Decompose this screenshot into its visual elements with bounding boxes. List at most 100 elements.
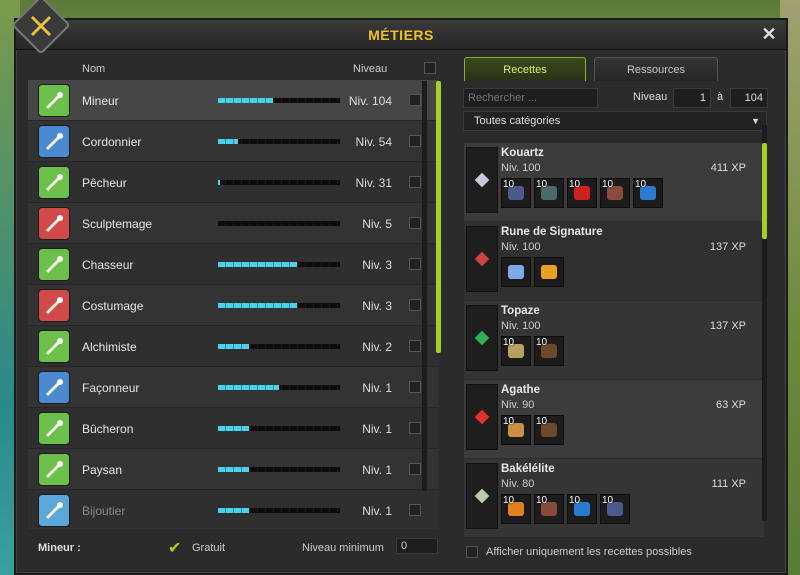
job-level: Niv. 3 <box>362 299 392 313</box>
ingredient-slot[interactable]: 10 <box>567 494 597 524</box>
search-row: Niveau à <box>463 88 769 108</box>
job-checkbox[interactable] <box>409 422 421 434</box>
job-level: Niv. 31 <box>355 176 392 190</box>
ingredient-quantity: 10 <box>635 179 647 190</box>
job-row[interactable]: Pêcheur Niv. 31 <box>28 162 438 203</box>
recipe-item[interactable]: Agathe Niv. 90 63 XP 10 10 <box>464 380 764 458</box>
job-checkbox[interactable] <box>409 176 421 188</box>
job-progress-bar <box>218 467 340 472</box>
level-to-input[interactable] <box>730 88 768 108</box>
job-checkbox[interactable] <box>409 94 421 106</box>
job-row[interactable]: Sculptemage Niv. 5 <box>28 203 438 244</box>
recipes-scrollbar-thumb[interactable] <box>762 143 767 239</box>
job-row[interactable]: Façonneur Niv. 1 <box>28 367 438 408</box>
tab-ressources[interactable]: Ressources <box>594 57 718 81</box>
job-row[interactable]: Chasseur Niv. 3 <box>28 244 438 285</box>
recipe-result-icon <box>466 226 498 292</box>
job-level: Niv. 104 <box>348 94 392 108</box>
job-row[interactable]: Costumage Niv. 3 <box>28 285 438 326</box>
costume-icon <box>38 289 70 322</box>
ingredient-slot[interactable]: 10 <box>534 336 564 366</box>
level-filter-label: Niveau <box>633 91 668 103</box>
job-name: Bijoutier <box>82 504 126 518</box>
close-button[interactable]: ✕ <box>760 25 778 43</box>
job-row[interactable]: Bûcheron Niv. 1 <box>28 408 438 449</box>
job-checkbox[interactable] <box>409 340 421 352</box>
ingredient-quantity: 10 <box>536 416 548 427</box>
job-row[interactable]: Paysan Niv. 1 <box>28 449 438 490</box>
recipes-list: Kouartz Niv. 100 411 XP 10 10 10 10 10 R… <box>464 143 774 539</box>
job-row[interactable]: Mineur Niv. 104 <box>28 80 438 121</box>
level-from-input[interactable] <box>673 88 711 108</box>
gratuit-check-icon[interactable]: ✔ <box>168 538 181 558</box>
job-checkbox[interactable] <box>409 381 421 393</box>
search-input[interactable] <box>463 88 598 108</box>
jobs-footer: Mineur : ✔ Gratuit Niveau minimum <box>28 538 448 560</box>
recipe-item[interactable]: Bakélélite Niv. 80 111 XP 10 10 10 10 <box>464 459 764 537</box>
category-dropdown[interactable]: Toutes catégories ▼ <box>463 111 767 131</box>
ingredient-slot[interactable]: 10 <box>600 494 630 524</box>
jobs-scrollbar-thumb[interactable] <box>436 81 441 353</box>
category-value: Toutes catégories <box>474 115 561 127</box>
job-progress-fill <box>218 426 249 431</box>
recipe-name: Bakélélite <box>501 463 555 475</box>
tab-recettes[interactable]: Recettes <box>464 57 586 81</box>
recipe-item[interactable]: Kouartz Niv. 100 411 XP 10 10 10 10 10 <box>464 143 764 221</box>
recipe-item[interactable]: Rune de Signature Niv. 100 137 XP <box>464 222 764 300</box>
ingredient-slot[interactable]: 10 <box>534 415 564 445</box>
fishing-rod-icon <box>38 166 70 199</box>
job-progress-bar <box>218 98 340 103</box>
ingredient-slot[interactable]: 10 <box>534 178 564 208</box>
ingredients-row: 10 10 10 10 10 <box>501 178 663 208</box>
min-level-input[interactable] <box>396 538 438 554</box>
chevron-down-icon: ▼ <box>751 116 760 126</box>
axe-icon <box>38 412 70 445</box>
job-row[interactable]: Bijoutier Niv. 1 <box>28 490 438 531</box>
ingredient-quantity: 10 <box>536 337 548 348</box>
header-checkbox[interactable] <box>424 62 436 74</box>
ingredient-slot[interactable]: 10 <box>633 178 663 208</box>
ingredient-quantity: 10 <box>536 179 548 190</box>
recipe-xp: 63 XP <box>716 399 746 411</box>
ingredient-slot[interactable] <box>501 257 531 287</box>
recipe-result-icon <box>466 463 498 529</box>
recipe-level: Niv. 100 <box>501 320 541 332</box>
jobs-header: Nom Niveau <box>28 58 448 80</box>
ingredient-slot[interactable]: 10 <box>501 494 531 524</box>
jobs-scrollbar-track[interactable] <box>422 81 427 491</box>
recipe-result-icon <box>466 147 498 213</box>
job-name: Paysan <box>82 463 123 477</box>
job-row[interactable]: Cordonnier Niv. 54 <box>28 121 438 162</box>
job-progress-bar <box>218 303 340 308</box>
job-checkbox[interactable] <box>409 504 421 516</box>
recipe-name: Topaze <box>501 305 540 317</box>
job-row[interactable]: Alchimiste Niv. 2 <box>28 326 438 367</box>
ingredient-quantity: 10 <box>602 495 614 506</box>
recipe-item[interactable]: Topaze Niv. 100 137 XP 10 10 <box>464 301 764 379</box>
ingredient-slot[interactable]: 10 <box>534 494 564 524</box>
ingredient-slot[interactable]: 10 <box>501 178 531 208</box>
job-name: Pêcheur <box>82 176 127 190</box>
possible-only-checkbox[interactable] <box>466 546 478 558</box>
job-checkbox[interactable] <box>409 299 421 311</box>
job-name: Cordonnier <box>82 135 142 149</box>
recipe-name: Agathe <box>501 384 540 396</box>
ingredient-quantity: 10 <box>602 179 614 190</box>
ingredient-quantity: 10 <box>569 495 581 506</box>
job-progress-fill <box>218 508 249 513</box>
job-name: Mineur <box>82 94 119 108</box>
job-checkbox[interactable] <box>409 463 421 475</box>
ingredient-slot[interactable] <box>534 257 564 287</box>
job-checkbox[interactable] <box>409 258 421 270</box>
ingredient-slot[interactable]: 10 <box>501 415 531 445</box>
job-checkbox[interactable] <box>409 135 421 147</box>
job-checkbox[interactable] <box>409 217 421 229</box>
recipe-level: Niv. 80 <box>501 478 535 490</box>
job-level: Niv. 3 <box>362 258 392 272</box>
window-title: MÉTIERS <box>368 26 434 43</box>
ingredient-slot[interactable]: 10 <box>600 178 630 208</box>
ingredient-slot[interactable]: 10 <box>501 336 531 366</box>
ingredient-slot[interactable]: 10 <box>567 178 597 208</box>
potion-icon <box>38 330 70 363</box>
job-level: Niv. 1 <box>362 381 392 395</box>
